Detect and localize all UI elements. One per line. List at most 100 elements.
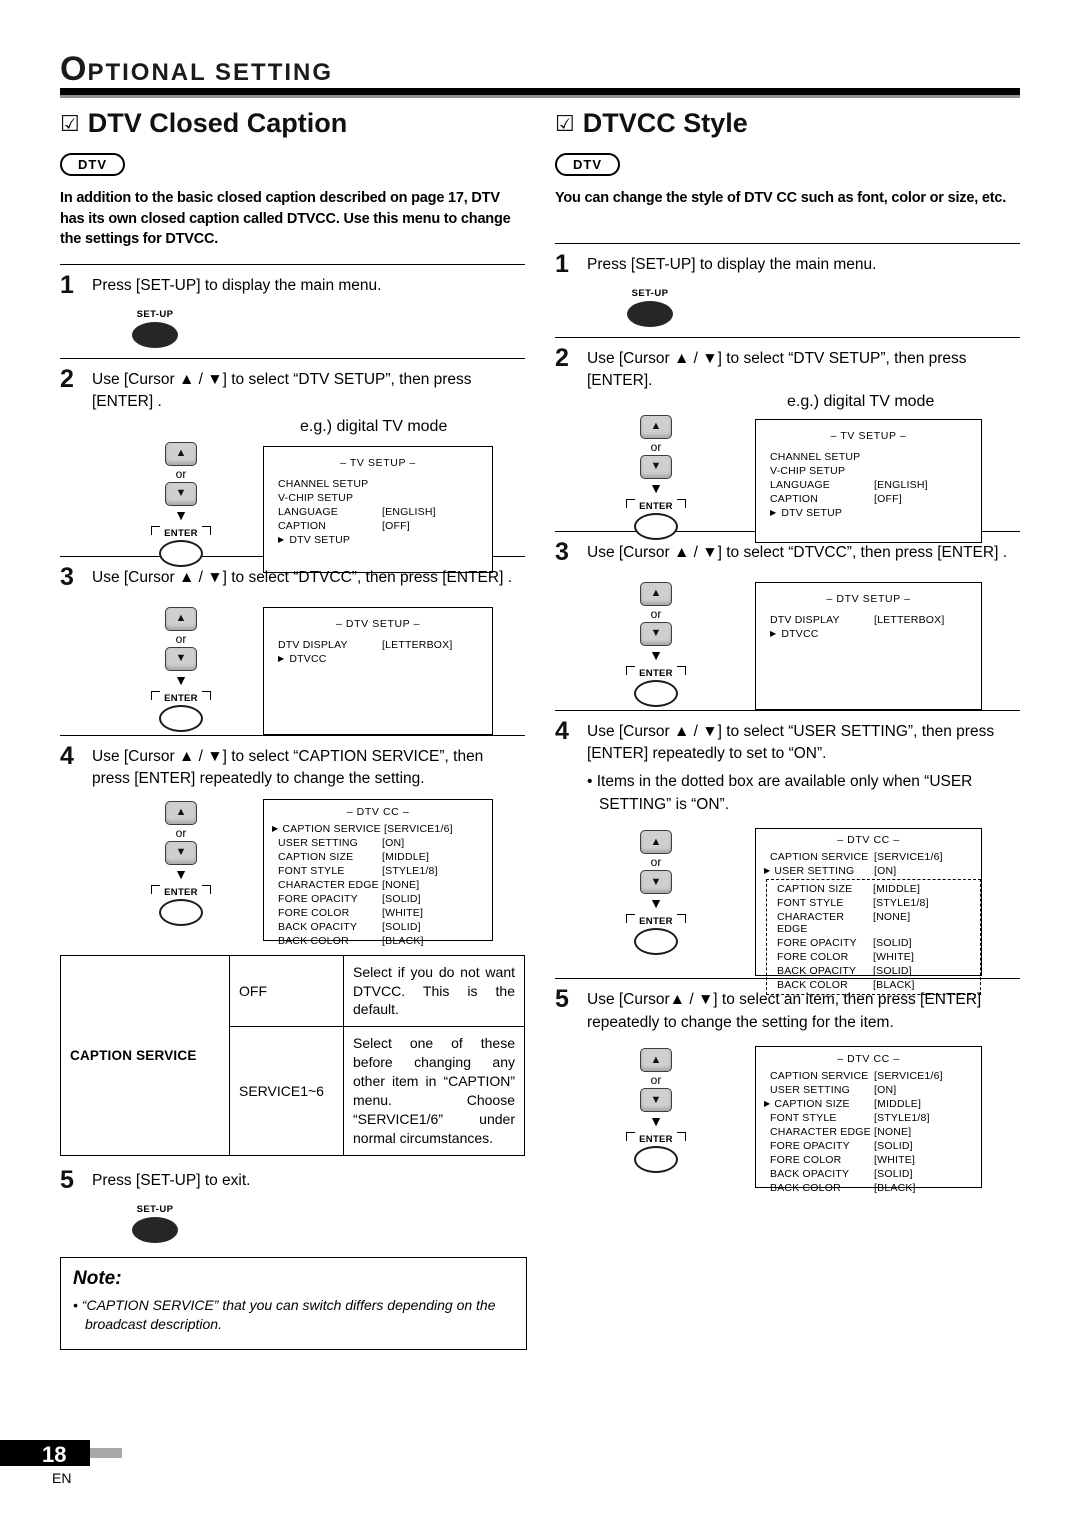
menu-row: FORE COLOR [WHITE] — [770, 1154, 981, 1166]
menu-row-value: [ON] — [382, 836, 405, 849]
dtv-setup-screen: – DTV SETUP – DTV DISPLAY [LETTERBOX] DTV… — [755, 581, 982, 710]
example-label: e.g.) digital TV mode — [300, 417, 448, 435]
or-label: or — [175, 825, 187, 840]
setup-key-label: SET-UP — [136, 308, 174, 320]
tv-screen-title: – DTV SETUP – — [826, 592, 911, 605]
step-number: 1 — [555, 249, 569, 278]
caption-service-table: CAPTION SERVICE OFF Select if you do not… — [60, 954, 525, 1156]
cursor-down-icon: ▼ — [165, 646, 197, 671]
menu-row-value: [WHITE] — [874, 1154, 916, 1167]
menu-row-label: FORE OPACITY — [278, 892, 358, 905]
step-number: 3 — [60, 562, 74, 591]
menu-row: CAPTION SERVICE [SERVICE1/6] — [770, 1070, 981, 1082]
menu-row-value: [OFF] — [382, 519, 410, 532]
step-number: 4 — [60, 741, 74, 770]
down-chevron-icon: ▼ — [649, 479, 663, 496]
menu-row: CHARACTER EDGE [NONE] — [777, 911, 976, 935]
enter-button-icon — [159, 898, 203, 926]
note-box: Note: • “CAPTION SERVICE” that you can s… — [60, 1256, 527, 1350]
dtv-cc-item-screen: – DTV CC – CAPTION SERVICE [SERVICE1/6] U… — [755, 1046, 982, 1194]
menu-row-label: ▶ CAPTION SIZE — [764, 1098, 850, 1111]
enter-key-label: ENTER — [639, 1134, 673, 1146]
menu-row-label: CHARACTER EDGE — [278, 878, 379, 891]
menu-row-label: LANGUAGE — [770, 478, 830, 491]
divider — [60, 263, 525, 265]
down-chevron-icon: ▼ — [174, 865, 188, 882]
menu-row-value: [ON] — [874, 865, 897, 878]
cursor-enter-keys: ▲ or ▼ ▼ ENTER — [138, 800, 224, 926]
step-number: 4 — [555, 716, 569, 745]
step-text: Press [SET-UP] to display the main menu. — [92, 276, 382, 294]
menu-row-label: FORE COLOR — [278, 906, 350, 919]
table-description: Select if you do not want DTVCC. This is… — [343, 954, 525, 1028]
page-footer: 18 EN — [0, 1440, 1080, 1500]
language-label: EN — [52, 1470, 72, 1486]
cursor-down-icon: ▼ — [640, 870, 672, 895]
enter-button-icon — [634, 512, 678, 540]
menu-row: FONT STYLE [STYLE1/8] — [278, 865, 492, 877]
enter-key: ENTER — [626, 914, 686, 956]
left-column: ☑ DTV Closed Caption DTV In addition to … — [60, 108, 527, 1350]
enter-key: ENTER — [151, 525, 211, 567]
menu-row: FORE COLOR [WHITE] — [777, 951, 976, 963]
section-heading-dtvcc-style: ☑ DTVCC Style — [555, 108, 1020, 145]
menu-row-selected: DTV SETUP — [770, 507, 981, 519]
table-row: CAPTION SERVICE OFF Select if you do not… — [60, 954, 525, 1156]
menu-row: BACK OPACITY [SOLID] — [278, 921, 492, 933]
table-option: SERVICE1~6 — [229, 1026, 344, 1156]
step-text: Use [Cursor ▲ / ▼] to select “DTV SETUP”… — [587, 349, 967, 390]
step-text: Use [Cursor ▲ / ▼] to select “DTV SETUP”… — [92, 370, 472, 411]
menu-row: CHARACTER EDGE [NONE] — [770, 1126, 981, 1138]
menu-row: LANGUAGE [ENGLISH] — [770, 479, 981, 491]
setup-button-icon — [132, 1216, 178, 1243]
menu-row-value: [WHITE] — [873, 951, 915, 964]
menu-row-label: BACK OPACITY — [278, 920, 358, 933]
menu-row-label: DTV DISPLAY — [770, 613, 840, 626]
menu-row: CHANNEL SETUP — [278, 478, 492, 490]
selection-arrow-icon: ▶ — [272, 823, 279, 833]
page-title-first-letter: O — [60, 50, 88, 88]
menu-row-value: [BLACK] — [382, 934, 424, 947]
dtv-cc-screen: – DTV CC – ▶ CAPTION SERVICE [SERVICE1/6]… — [263, 798, 493, 947]
menu-row-value: [LETTERBOX] — [874, 613, 945, 626]
menu-row-selected: ▶ USER SETTING [ON] — [764, 865, 981, 877]
enter-key: ENTER — [151, 884, 211, 926]
cursor-enter-keys: ▲ or ▼ ▼ ENTER — [613, 1048, 699, 1174]
divider — [555, 242, 1020, 244]
menu-row-label: FONT STYLE — [278, 864, 345, 877]
checkbox-icon: ☑ — [60, 110, 80, 136]
selection-arrow-icon: ▶ — [764, 1099, 771, 1109]
setup-key: SET-UP — [112, 309, 198, 348]
menu-row: CHANNEL SETUP — [770, 451, 981, 463]
section-intro-text: In addition to the basic closed caption … — [60, 190, 511, 248]
menu-row-selected: DTV SETUP — [278, 534, 492, 546]
enter-key: ENTER — [626, 665, 686, 707]
cursor-enter-keys: ▲ or ▼ ▼ ENTER — [138, 606, 224, 732]
enter-key: ENTER — [626, 498, 686, 540]
section-heading-label: DTV Closed Caption — [87, 108, 348, 138]
menu-row-value: [ENGLISH] — [382, 505, 436, 518]
enter-button-icon — [159, 539, 203, 567]
step-text: Use [Cursor ▲ / ▼] to select “DTVCC”, th… — [587, 543, 1007, 561]
menu-row-label: CHARACTER EDGE — [770, 1126, 871, 1139]
step-3: 3 Use [Cursor ▲ / ▼] to select “DTVCC”, … — [60, 563, 525, 593]
menu-row-label: CHANNEL SETUP — [278, 477, 369, 490]
menu-row: FORE OPACITY [SOLID] — [278, 893, 492, 905]
menu-row-value: [SERVICE1/6] — [874, 1070, 943, 1083]
setup-key: SET-UP — [112, 1204, 198, 1243]
menu-row-value: [SOLID] — [873, 965, 912, 978]
status-badge-dtv: DTV — [60, 153, 125, 176]
menu-row-value: [NONE] — [873, 911, 911, 924]
menu-row: CAPTION SERVICE [SERVICE1/6] — [770, 851, 981, 863]
down-chevron-icon: ▼ — [174, 671, 188, 688]
or-label: or — [175, 631, 187, 646]
step-text: Press [SET-UP] to display the main menu. — [587, 255, 877, 273]
step-number: 5 — [555, 985, 569, 1014]
divider — [555, 709, 1020, 711]
dtv-cc-user-setting-screen: – DTV CC – CAPTION SERVICE [SERVICE1/6] ▶… — [755, 828, 982, 996]
menu-row-label: CAPTION SERVICE — [770, 1070, 869, 1083]
menu-row-label: CHARACTER EDGE — [777, 911, 845, 936]
menu-row-value: [SOLID] — [873, 937, 912, 950]
section-heading-dtv-closed-caption: ☑ DTV Closed Caption — [60, 108, 525, 145]
header-divider — [60, 88, 1020, 98]
